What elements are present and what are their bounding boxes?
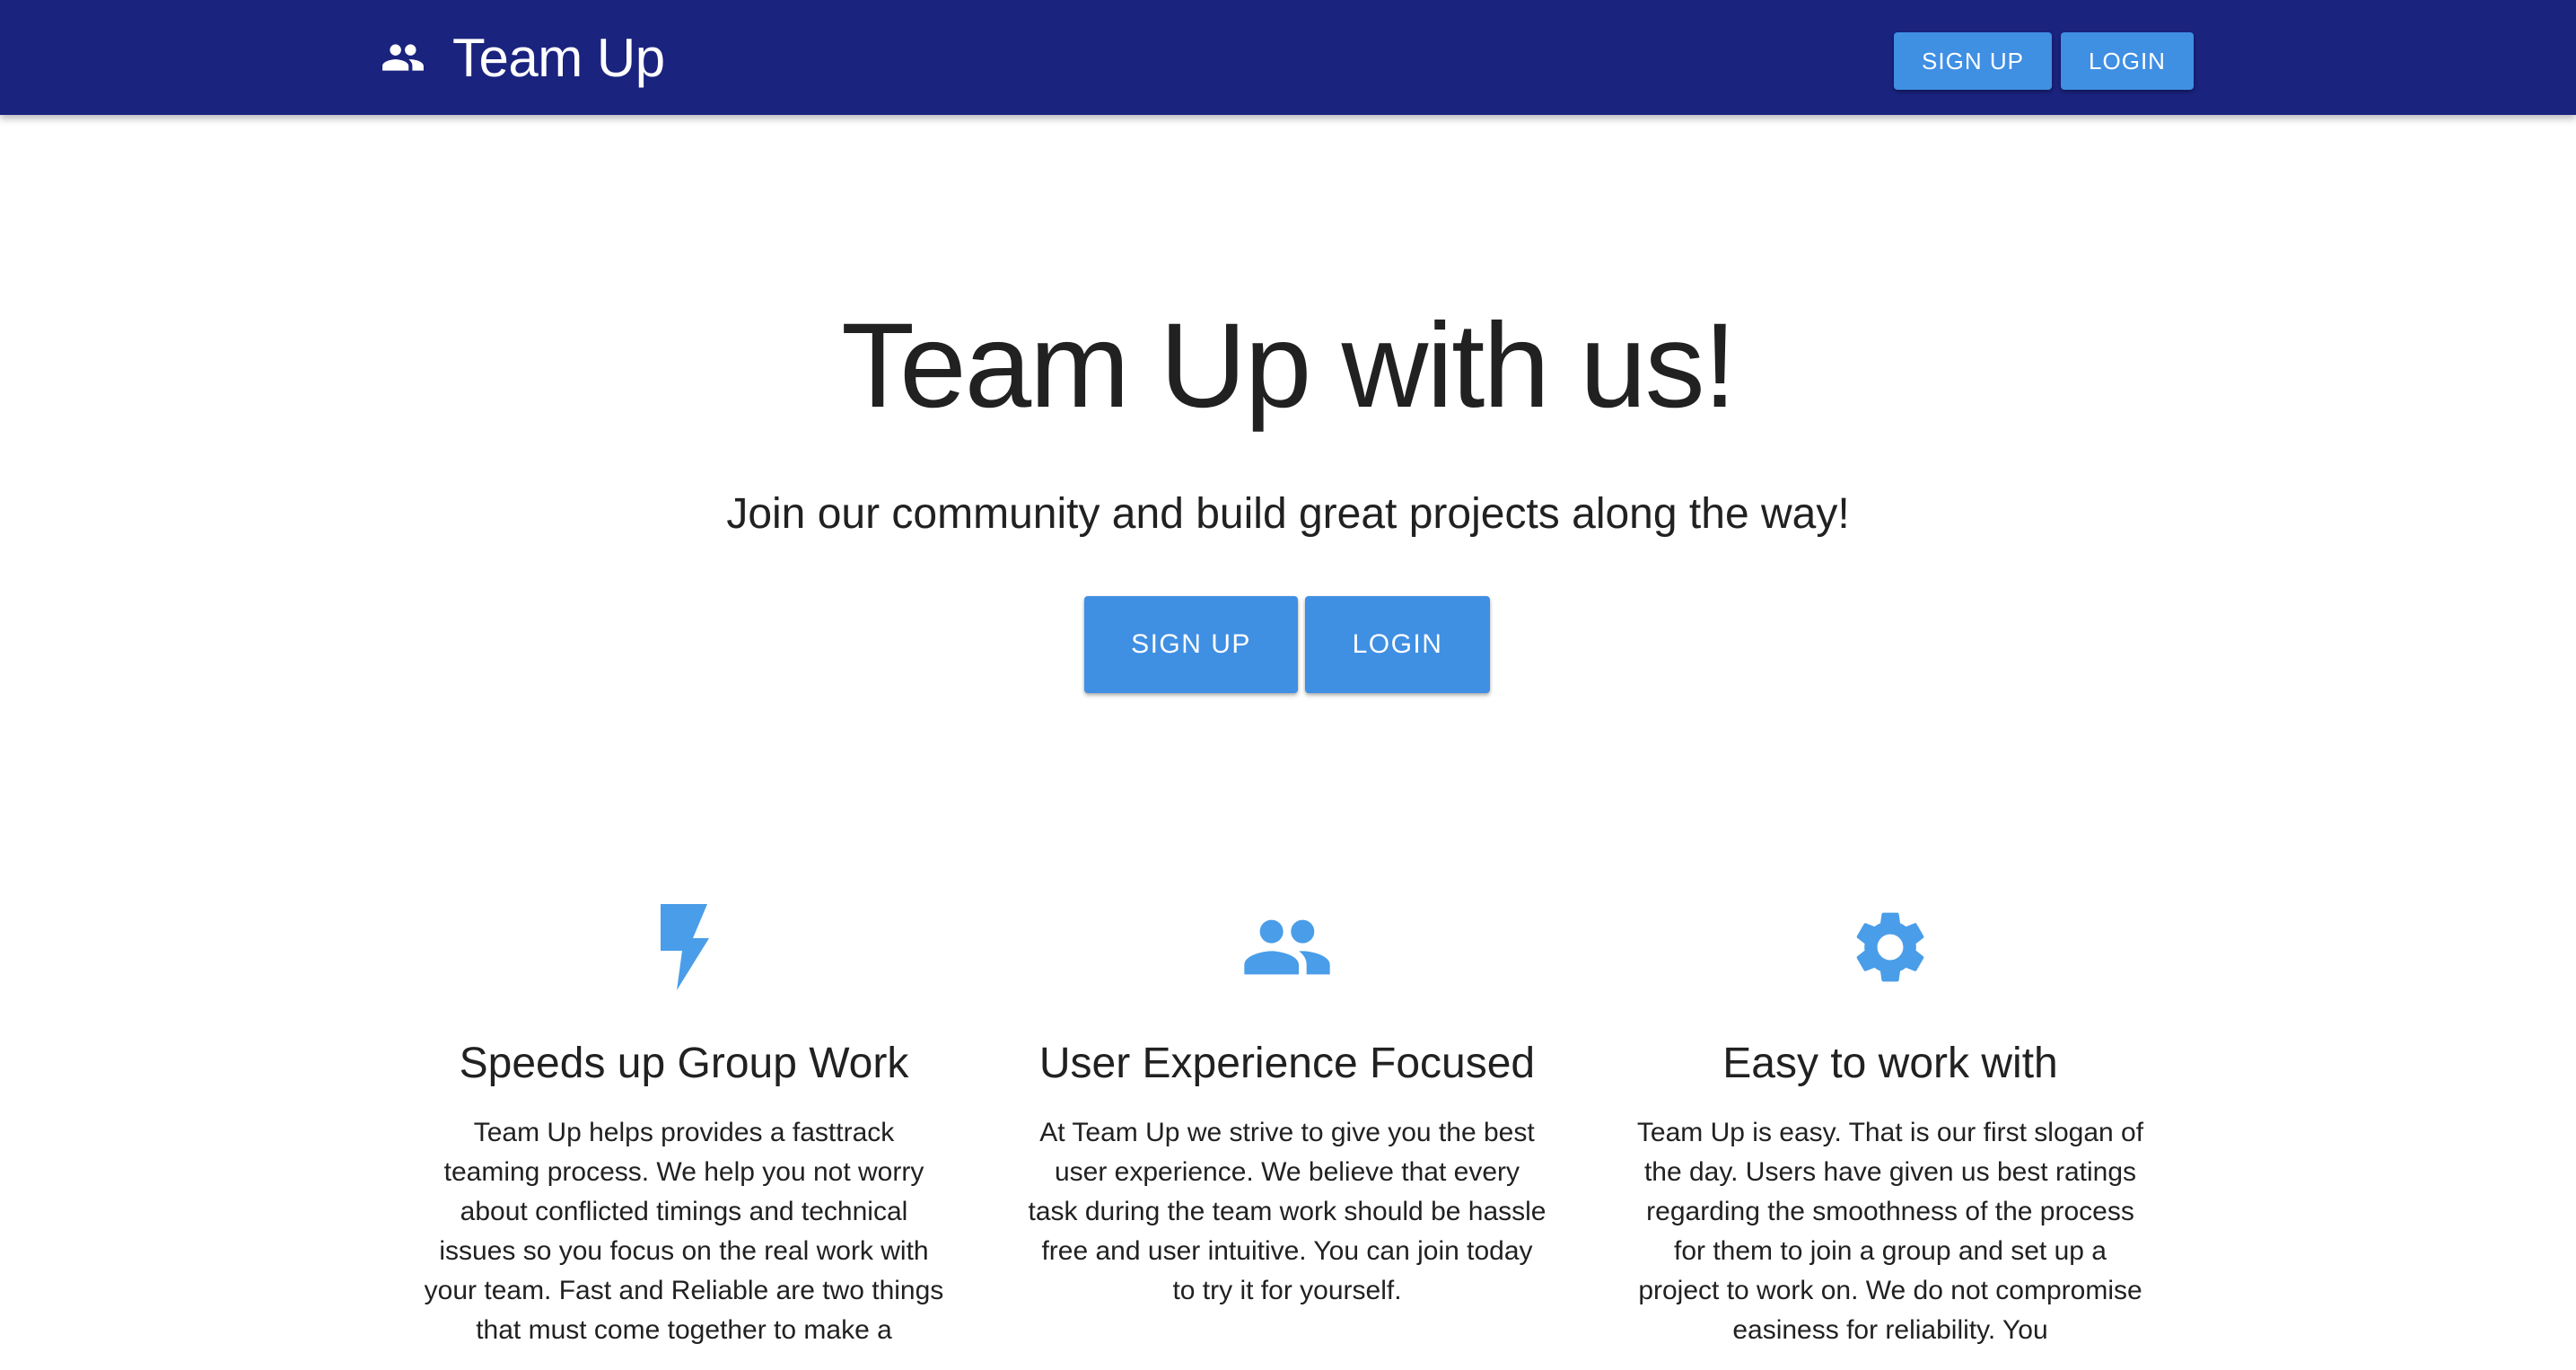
hero-title: Team Up with us! [841, 299, 1737, 433]
hero-signup-button[interactable]: SIGN UP [1084, 596, 1298, 693]
brand[interactable]: Team Up [381, 0, 665, 115]
lightning-bolt-icon [415, 898, 953, 997]
feature-text: At Team Up we strive to give you the bes… [1028, 1118, 1546, 1305]
people-icon [1018, 898, 1556, 997]
feature-title: Speeds up Group Work [459, 1040, 909, 1087]
feature-title: User Experience Focused [1038, 1040, 1536, 1087]
app-title: Team Up [452, 27, 665, 88]
feature-easy: Easy to work with Team Up is easy. That … [1621, 898, 2160, 1350]
feature-text: Team Up is easy. That is our first sloga… [1636, 1118, 2144, 1345]
header-actions: SIGN UP LOGIN [1894, 32, 2194, 90]
header-login-button[interactable]: LOGIN [2061, 32, 2194, 90]
gear-icon [1621, 898, 2160, 997]
hero-login-button[interactable]: LOGIN [1305, 596, 1490, 693]
header-signup-button[interactable]: SIGN UP [1894, 32, 2052, 90]
people-icon [381, 35, 425, 80]
feature-speed: Speeds up Group Work Team Up helps provi… [415, 898, 953, 1350]
app-bar: Team Up SIGN UP LOGIN [0, 0, 2576, 115]
feature-title: Easy to work with [1722, 1040, 2058, 1087]
feature-ux: User Experience Focused At Team Up we st… [1018, 898, 1556, 1311]
feature-text: Team Up helps provides a fasttrack teami… [424, 1118, 944, 1345]
hero-subtitle: Join our community and build great proje… [726, 490, 1850, 538]
hero-actions: SIGN UP LOGIN [1084, 596, 1490, 693]
